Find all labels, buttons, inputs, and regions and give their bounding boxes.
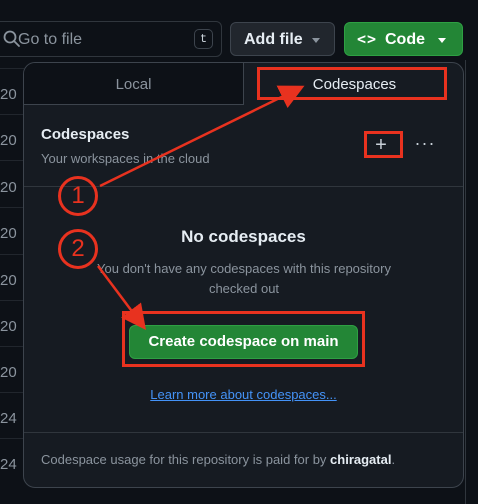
highlight-create-button <box>122 311 365 367</box>
step-2-marker: 2 <box>58 229 98 269</box>
highlight-codespaces-tab <box>257 67 447 100</box>
step-1-marker: 1 <box>58 176 98 216</box>
highlight-plus-button <box>364 131 403 158</box>
screen: Go to file t Add file <> Code 20 20 20 20 20… <box>0 0 478 504</box>
arrow-to-codespaces-tab <box>99 85 305 188</box>
